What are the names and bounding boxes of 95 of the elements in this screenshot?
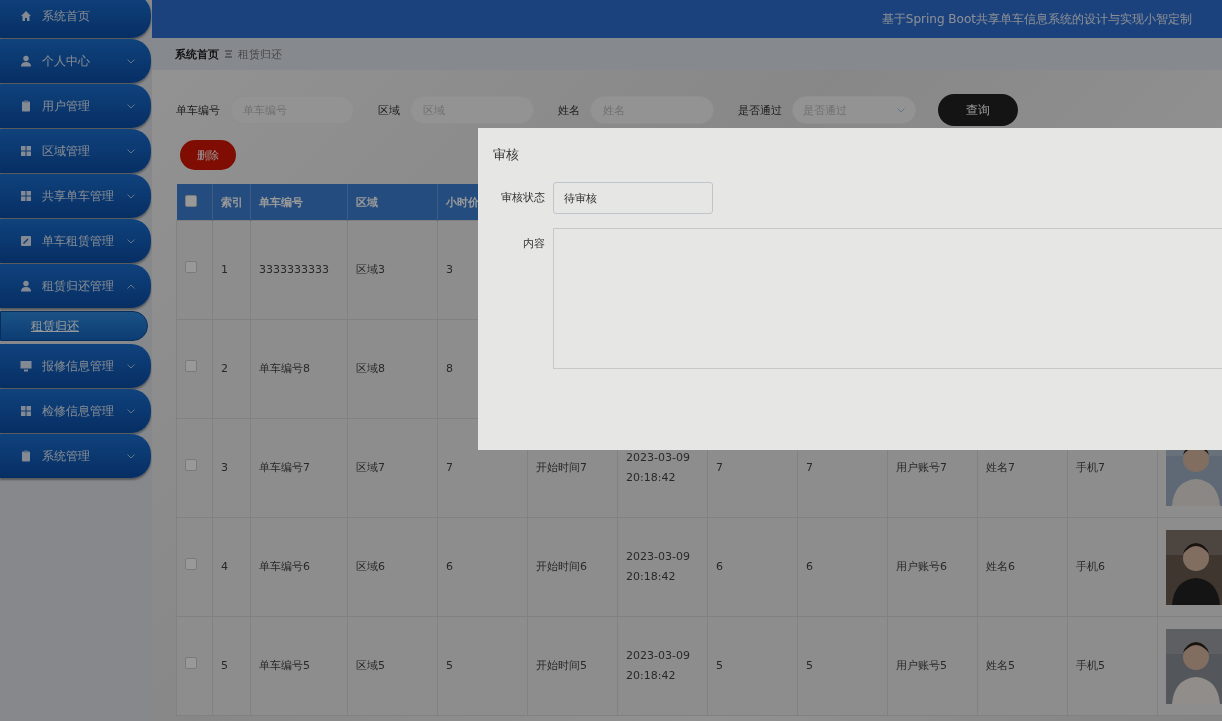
chevron-icon: [127, 58, 135, 64]
column-header: 单车编号: [250, 184, 348, 221]
sidebar-item[interactable]: 个人中心: [0, 39, 151, 83]
grid-icon: [20, 145, 32, 157]
sidebar-item[interactable]: 单车租赁管理: [0, 219, 151, 263]
chevron-icon: [127, 148, 135, 154]
table-cell: 开始时间7: [536, 461, 587, 474]
chevron-icon: [127, 238, 135, 244]
table-cell: 单车编号5: [259, 659, 310, 672]
chevron-icon: [127, 283, 135, 289]
table-cell: 区域7: [356, 461, 385, 474]
column-header: 区域: [347, 184, 438, 221]
field-label: 单车编号: [176, 102, 220, 118]
grid-icon: [20, 190, 32, 202]
table-cell: 6: [716, 560, 723, 573]
sidebar-item[interactable]: 检修信息管理: [0, 389, 151, 433]
table-cell: 区域3: [356, 263, 385, 276]
table-cell: 姓名6: [986, 560, 1015, 573]
chevron-icon: [127, 363, 135, 369]
table-cell: 5: [221, 659, 228, 672]
column-header: 索引: [212, 184, 251, 221]
grid-icon: [20, 405, 32, 417]
sidebar-item[interactable]: 共享单车管理: [0, 174, 151, 218]
row-checkbox[interactable]: [185, 261, 197, 273]
table-cell: 手机6: [1076, 560, 1105, 573]
field-label: 是否通过: [738, 102, 782, 118]
table-cell: 2: [221, 362, 228, 375]
user-icon: [20, 280, 32, 292]
sidebar-item[interactable]: 区域管理: [0, 129, 151, 173]
table-cell: 用户账号5: [896, 659, 947, 672]
table-cell: 8: [446, 362, 453, 375]
edit-icon: [20, 235, 32, 247]
sidebar-item[interactable]: 报修信息管理: [0, 344, 151, 388]
table-cell: 姓名5: [986, 659, 1015, 672]
clipboard-icon: [20, 450, 32, 462]
row-checkbox[interactable]: [185, 360, 197, 372]
field-label: 内容: [522, 236, 545, 251]
chevron-icon: [127, 193, 135, 199]
row-checkbox[interactable]: [185, 459, 197, 471]
table-cell: 7: [806, 461, 813, 474]
table-cell: 手机5: [1076, 659, 1105, 672]
app-title: 基于Spring Boot共享单车信息系统的设计与实现小智定制: [881, 10, 1192, 28]
table-cell: 5: [806, 659, 813, 672]
table-cell: 区域6: [356, 560, 385, 573]
table-cell: 7: [716, 461, 723, 474]
user-icon: [20, 55, 32, 67]
table-cell: 手机7: [1076, 461, 1105, 474]
chevron-icon: [897, 107, 905, 113]
query-button[interactable]: 查询: [938, 94, 1018, 126]
delete-button[interactable]: 删除: [180, 140, 236, 170]
table-cell: 开始时间6: [536, 560, 587, 573]
table-cell: 用户账号6: [896, 560, 947, 573]
clipboard-icon: [20, 100, 32, 112]
sidebar-item[interactable]: 系统首页: [0, 0, 151, 38]
table-cell: 3: [446, 263, 453, 276]
table-cell: 6: [806, 560, 813, 573]
breadcrumb-link[interactable]: 租赁归还: [238, 46, 282, 62]
monitor-icon: [20, 360, 32, 372]
chevron-icon: [127, 453, 135, 459]
table-cell: 姓名7: [986, 461, 1015, 474]
select-all-checkbox[interactable]: [184, 194, 197, 207]
table-cell: 2023-03-09 20:18:42: [626, 451, 690, 484]
chevron-icon: [127, 408, 135, 414]
table-cell: 区域5: [356, 659, 385, 672]
separator-icon: [225, 50, 232, 58]
table-cell: 6: [446, 560, 453, 573]
status-select[interactable]: 待审核: [553, 182, 713, 214]
table-cell: 2023-03-09 20:18:42: [626, 550, 690, 583]
table-cell: 2023-03-09 20:18:42: [626, 649, 690, 682]
table-cell: 3333333333: [259, 263, 329, 276]
table-cell: 5: [446, 659, 453, 672]
content-field[interactable]: [553, 228, 1222, 369]
dialog-title: 审核: [492, 146, 520, 164]
row-checkbox[interactable]: [185, 657, 197, 669]
home-icon: [20, 10, 32, 22]
sidebar-item[interactable]: 租赁归还管理: [0, 264, 151, 308]
sidebar-subitem[interactable]: 租赁归还: [0, 311, 148, 341]
table-cell: 3: [221, 461, 228, 474]
sidebar-item[interactable]: 用户管理: [0, 84, 151, 128]
table-cell: 区域8: [356, 362, 385, 375]
breadcrumb-link[interactable]: 系统首页: [175, 46, 219, 62]
table-cell: 4: [221, 560, 228, 573]
sidebar-item[interactable]: 系统管理: [0, 434, 151, 478]
row-checkbox[interactable]: [185, 558, 197, 570]
chevron-icon: [127, 103, 135, 109]
field-label: 姓名: [558, 102, 580, 118]
table-cell: 5: [716, 659, 723, 672]
table-cell: 1: [221, 263, 228, 276]
table-cell: 开始时间5: [536, 659, 587, 672]
table-cell: 单车编号6: [259, 560, 310, 573]
table-cell: 单车编号8: [259, 362, 310, 375]
field-label: 区域: [378, 102, 400, 118]
table-cell: 用户账号7: [896, 461, 947, 474]
table-cell: 7: [446, 461, 453, 474]
table-cell: 单车编号7: [259, 461, 310, 474]
